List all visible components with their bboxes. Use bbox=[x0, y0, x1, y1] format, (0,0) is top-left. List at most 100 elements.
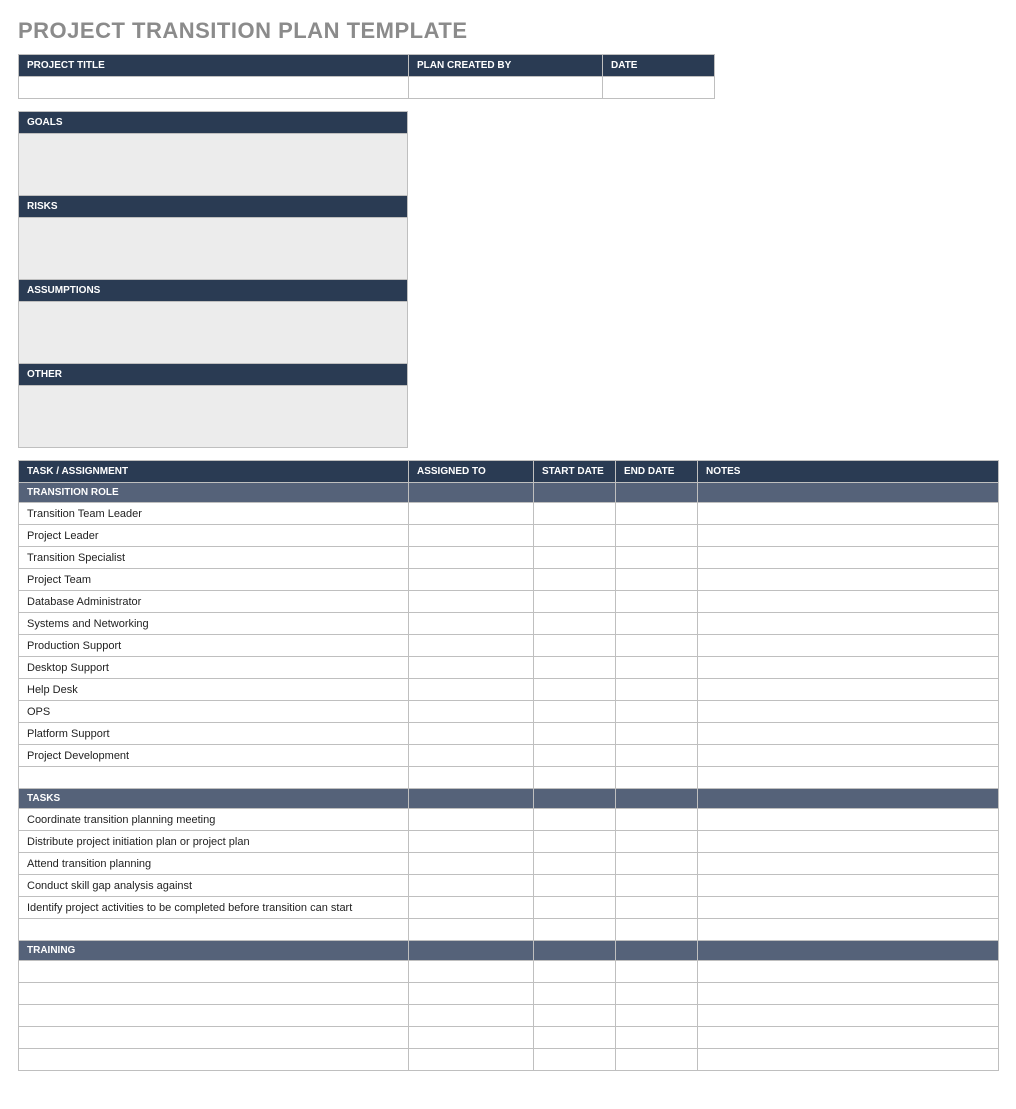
notes-cell[interactable] bbox=[698, 547, 999, 569]
assigned-to-cell[interactable] bbox=[409, 875, 534, 897]
notes-cell[interactable] bbox=[698, 809, 999, 831]
plan-created-by-field[interactable] bbox=[409, 77, 603, 99]
start-date-cell[interactable] bbox=[534, 809, 616, 831]
task-cell[interactable] bbox=[19, 961, 409, 983]
assigned-to-cell[interactable] bbox=[409, 897, 534, 919]
notes-cell[interactable] bbox=[698, 569, 999, 591]
end-date-cell[interactable] bbox=[616, 723, 698, 745]
goals-field[interactable] bbox=[19, 134, 408, 196]
assigned-to-cell[interactable] bbox=[409, 569, 534, 591]
assigned-to-cell[interactable] bbox=[409, 503, 534, 525]
end-date-cell[interactable] bbox=[616, 679, 698, 701]
notes-cell[interactable] bbox=[698, 897, 999, 919]
start-date-cell[interactable] bbox=[534, 831, 616, 853]
task-cell[interactable] bbox=[19, 983, 409, 1005]
end-date-cell[interactable] bbox=[616, 919, 698, 941]
end-date-cell[interactable] bbox=[616, 525, 698, 547]
notes-cell[interactable] bbox=[698, 591, 999, 613]
start-date-cell[interactable] bbox=[534, 853, 616, 875]
assigned-to-cell[interactable] bbox=[409, 723, 534, 745]
notes-cell[interactable] bbox=[698, 961, 999, 983]
end-date-cell[interactable] bbox=[616, 809, 698, 831]
start-date-cell[interactable] bbox=[534, 503, 616, 525]
assigned-to-cell[interactable] bbox=[409, 983, 534, 1005]
task-cell[interactable]: Distribute project initiation plan or pr… bbox=[19, 831, 409, 853]
task-cell[interactable]: OPS bbox=[19, 701, 409, 723]
start-date-cell[interactable] bbox=[534, 745, 616, 767]
assigned-to-cell[interactable] bbox=[409, 767, 534, 789]
start-date-cell[interactable] bbox=[534, 919, 616, 941]
end-date-cell[interactable] bbox=[616, 613, 698, 635]
assigned-to-cell[interactable] bbox=[409, 679, 534, 701]
start-date-cell[interactable] bbox=[534, 1049, 616, 1071]
end-date-cell[interactable] bbox=[616, 961, 698, 983]
start-date-cell[interactable] bbox=[534, 525, 616, 547]
start-date-cell[interactable] bbox=[534, 1005, 616, 1027]
task-cell[interactable] bbox=[19, 1049, 409, 1071]
start-date-cell[interactable] bbox=[534, 569, 616, 591]
task-cell[interactable]: Project Development bbox=[19, 745, 409, 767]
end-date-cell[interactable] bbox=[616, 547, 698, 569]
other-field[interactable] bbox=[19, 386, 408, 448]
notes-cell[interactable] bbox=[698, 1049, 999, 1071]
start-date-cell[interactable] bbox=[534, 875, 616, 897]
end-date-cell[interactable] bbox=[616, 1049, 698, 1071]
end-date-cell[interactable] bbox=[616, 503, 698, 525]
notes-cell[interactable] bbox=[698, 1005, 999, 1027]
assigned-to-cell[interactable] bbox=[409, 613, 534, 635]
assigned-to-cell[interactable] bbox=[409, 657, 534, 679]
task-cell[interactable]: Conduct skill gap analysis against bbox=[19, 875, 409, 897]
end-date-cell[interactable] bbox=[616, 897, 698, 919]
task-cell[interactable]: Desktop Support bbox=[19, 657, 409, 679]
assigned-to-cell[interactable] bbox=[409, 1027, 534, 1049]
notes-cell[interactable] bbox=[698, 767, 999, 789]
start-date-cell[interactable] bbox=[534, 591, 616, 613]
task-cell[interactable]: Attend transition planning bbox=[19, 853, 409, 875]
task-cell[interactable]: Systems and Networking bbox=[19, 613, 409, 635]
notes-cell[interactable] bbox=[698, 875, 999, 897]
notes-cell[interactable] bbox=[698, 983, 999, 1005]
end-date-cell[interactable] bbox=[616, 767, 698, 789]
assigned-to-cell[interactable] bbox=[409, 635, 534, 657]
assigned-to-cell[interactable] bbox=[409, 1005, 534, 1027]
notes-cell[interactable] bbox=[698, 635, 999, 657]
task-cell[interactable]: Transition Team Leader bbox=[19, 503, 409, 525]
task-cell[interactable] bbox=[19, 767, 409, 789]
notes-cell[interactable] bbox=[698, 701, 999, 723]
notes-cell[interactable] bbox=[698, 657, 999, 679]
task-cell[interactable] bbox=[19, 1005, 409, 1027]
notes-cell[interactable] bbox=[698, 613, 999, 635]
task-cell[interactable]: Platform Support bbox=[19, 723, 409, 745]
start-date-cell[interactable] bbox=[534, 635, 616, 657]
start-date-cell[interactable] bbox=[534, 547, 616, 569]
notes-cell[interactable] bbox=[698, 723, 999, 745]
assigned-to-cell[interactable] bbox=[409, 547, 534, 569]
end-date-cell[interactable] bbox=[616, 1005, 698, 1027]
task-cell[interactable]: Production Support bbox=[19, 635, 409, 657]
notes-cell[interactable] bbox=[698, 525, 999, 547]
start-date-cell[interactable] bbox=[534, 1027, 616, 1049]
assigned-to-cell[interactable] bbox=[409, 1049, 534, 1071]
start-date-cell[interactable] bbox=[534, 767, 616, 789]
end-date-cell[interactable] bbox=[616, 853, 698, 875]
assigned-to-cell[interactable] bbox=[409, 961, 534, 983]
assigned-to-cell[interactable] bbox=[409, 831, 534, 853]
assumptions-field[interactable] bbox=[19, 302, 408, 364]
start-date-cell[interactable] bbox=[534, 679, 616, 701]
end-date-cell[interactable] bbox=[616, 701, 698, 723]
notes-cell[interactable] bbox=[698, 831, 999, 853]
task-cell[interactable] bbox=[19, 919, 409, 941]
start-date-cell[interactable] bbox=[534, 961, 616, 983]
assigned-to-cell[interactable] bbox=[409, 853, 534, 875]
assigned-to-cell[interactable] bbox=[409, 919, 534, 941]
assigned-to-cell[interactable] bbox=[409, 809, 534, 831]
assigned-to-cell[interactable] bbox=[409, 701, 534, 723]
start-date-cell[interactable] bbox=[534, 983, 616, 1005]
assigned-to-cell[interactable] bbox=[409, 745, 534, 767]
task-cell[interactable]: Help Desk bbox=[19, 679, 409, 701]
assigned-to-cell[interactable] bbox=[409, 525, 534, 547]
end-date-cell[interactable] bbox=[616, 591, 698, 613]
end-date-cell[interactable] bbox=[616, 983, 698, 1005]
end-date-cell[interactable] bbox=[616, 875, 698, 897]
assigned-to-cell[interactable] bbox=[409, 591, 534, 613]
